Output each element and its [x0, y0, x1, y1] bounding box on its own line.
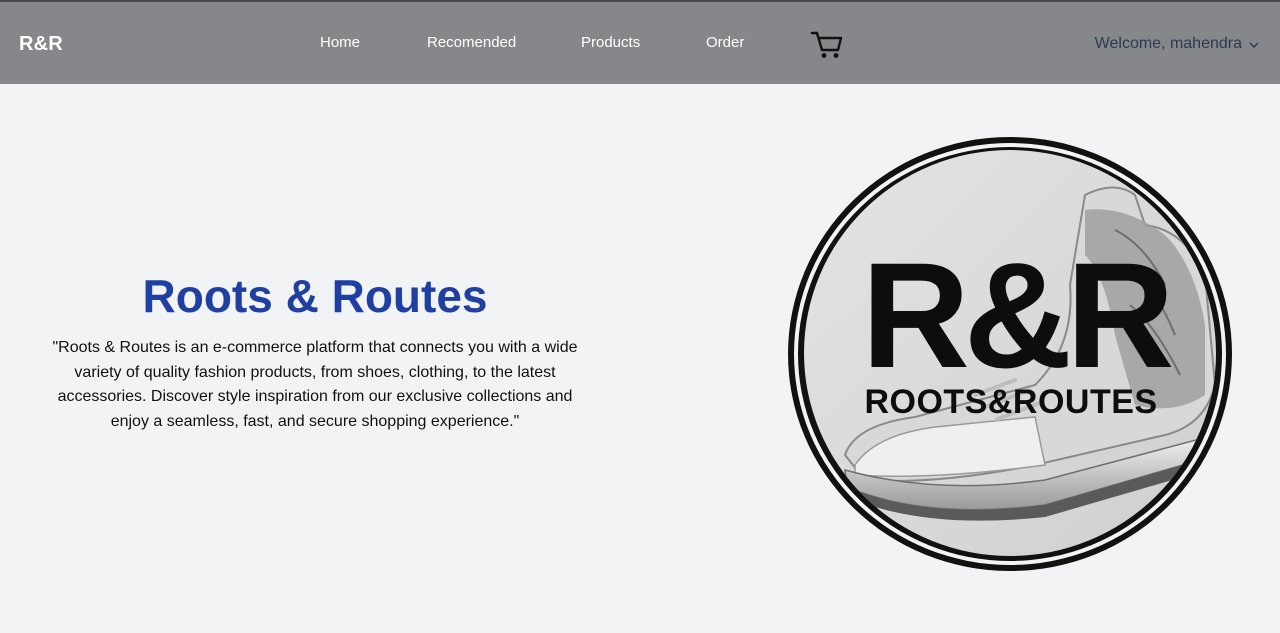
nav-home-link[interactable]: Home — [320, 34, 360, 51]
chevron-down-icon — [1248, 38, 1260, 50]
nav-order-link[interactable]: Order — [706, 34, 744, 51]
nav-recommended-link[interactable]: Recomended — [427, 34, 516, 51]
logo-wordmark: ROOTS&ROUTES — [864, 383, 1157, 421]
user-menu-toggle[interactable]: Welcome, mahendra — [1095, 35, 1260, 53]
hero-section: Roots & Routes "Roots & Routes is an e-c… — [40, 270, 590, 434]
logo-monogram: R&R — [862, 231, 1173, 399]
hero-title: Roots & Routes — [142, 270, 488, 322]
hero-description: "Roots & Routes is an e-commerce platfor… — [52, 339, 578, 430]
brand-logo-link[interactable]: R&R — [19, 33, 63, 56]
cart-icon[interactable] — [810, 29, 844, 61]
nav-products-link[interactable]: Products — [581, 34, 640, 51]
welcome-text: Welcome, mahendra — [1094, 35, 1242, 52]
top-navbar: R&R Home Recomended Products Order Welco… — [0, 0, 1280, 84]
page: R&R Home Recomended Products Order Welco… — [0, 0, 1280, 633]
brand-logo-image: R&R ROOTS&ROUTES — [785, 135, 1237, 575]
